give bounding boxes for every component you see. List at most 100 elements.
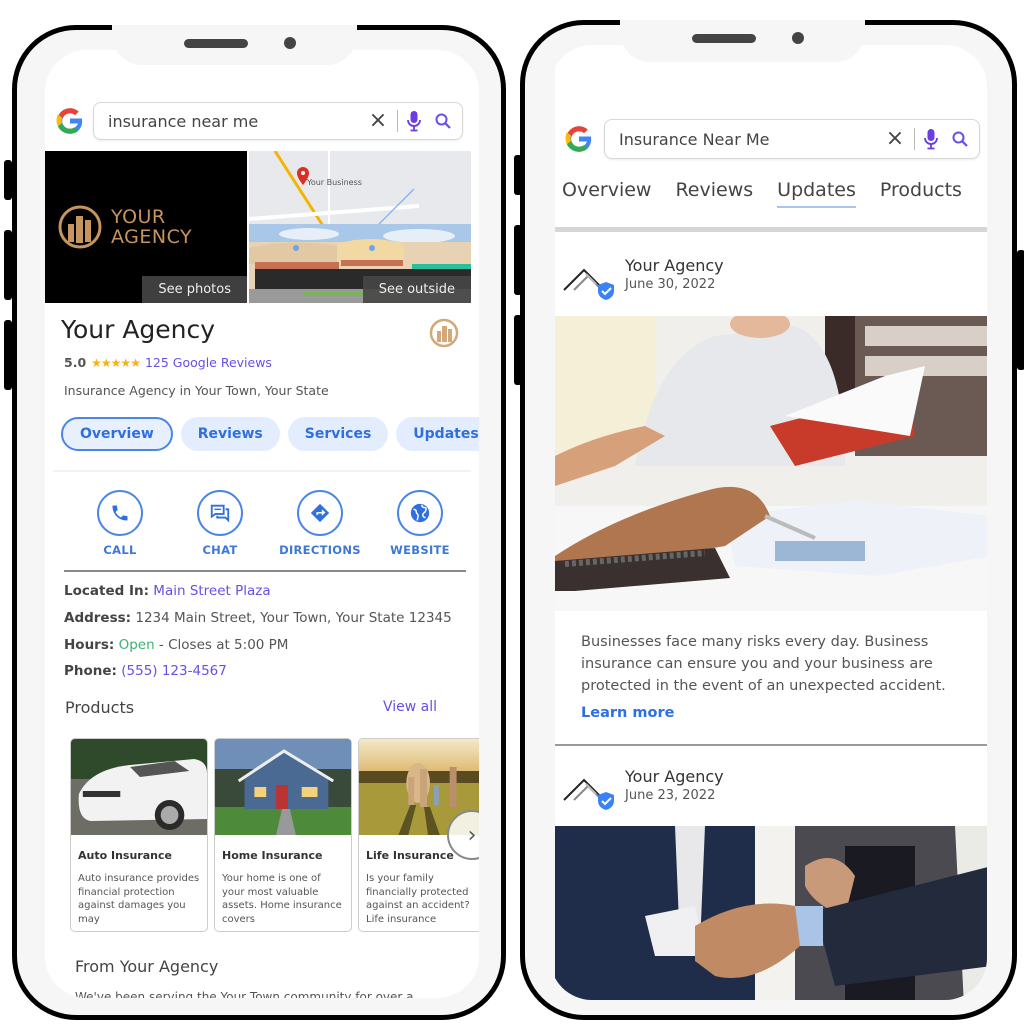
closing-time: - Closes at 5:00 PM: [154, 637, 289, 653]
google-logo-icon[interactable]: [562, 122, 596, 156]
located-in-link[interactable]: Main Street Plaza: [153, 583, 270, 599]
product-card[interactable]: Home Insurance Your home is one of your …: [214, 738, 352, 932]
post-date: June 23, 2022: [625, 788, 716, 803]
phone-side-button: [514, 315, 522, 385]
star-rating: ★★★★★: [91, 355, 141, 370]
directions-label: DIRECTIONS: [279, 543, 361, 557]
hours-row: Hours: Open - Closes at 5:00 PM: [64, 637, 288, 653]
post-author: Your Agency: [625, 256, 724, 275]
divider: [64, 570, 466, 572]
from-agency-text: We've been serving the Your Town communi…: [75, 990, 414, 998]
verified-agency-logo-icon: [563, 268, 614, 300]
rating-row: 5.0 ★★★★★ 125 Google Reviews: [64, 355, 272, 370]
chip-reviews[interactable]: Reviews: [180, 417, 280, 451]
building-logo-icon: [58, 205, 102, 249]
map-storefront-photo[interactable]: Your Business See outside: [249, 151, 471, 303]
search-input[interactable]: Insurance Near Me ×: [604, 119, 980, 159]
front-camera: [792, 32, 804, 44]
right-phone-screen: Insurance Near Me × Overview Reviews Upd: [550, 45, 987, 1000]
phone-side-button: [514, 155, 522, 195]
post-body: Businesses face many risks every day. Bu…: [581, 634, 946, 694]
post-header: Your Agency June 30, 2022: [555, 232, 987, 316]
speaker-grille: [692, 34, 756, 43]
tab-overview[interactable]: Overview: [562, 179, 651, 208]
search-icon[interactable]: [951, 130, 969, 148]
phone-side-button: [4, 320, 12, 390]
microphone-icon[interactable]: [406, 110, 422, 132]
website-circle[interactable]: [397, 490, 443, 536]
search-input[interactable]: insurance near me ×: [93, 102, 463, 140]
search-query[interactable]: insurance near me: [94, 112, 367, 131]
directions-icon: [310, 503, 330, 523]
quick-actions: CALL CHAT DIRECTIONS WEBSITE: [75, 490, 465, 557]
search-icon[interactable]: [434, 112, 452, 130]
product-title: Auto Insurance: [78, 849, 172, 862]
home-insurance-image: [215, 739, 351, 835]
right-phone-frame: Insurance Near Me × Overview Reviews Upd: [514, 20, 1024, 1020]
tab-products[interactable]: Products: [880, 179, 962, 208]
phone-icon: [112, 505, 128, 521]
call-circle[interactable]: [97, 490, 143, 536]
call-button[interactable]: CALL: [75, 490, 165, 557]
chat-circle[interactable]: [197, 490, 243, 536]
business-meeting-image[interactable]: [555, 316, 987, 611]
agency-logo-photo[interactable]: YOUR AGENCY See photos: [45, 151, 247, 303]
microphone-icon[interactable]: [923, 128, 939, 150]
reviews-link[interactable]: 125 Google Reviews: [145, 355, 272, 370]
phone-side-button: [1017, 250, 1024, 370]
phone-side-button: [514, 225, 522, 295]
post-date: June 30, 2022: [625, 277, 716, 292]
product-description: Auto insurance provides financial protec…: [78, 873, 200, 925]
auto-insurance-image: [71, 739, 207, 835]
phone-link[interactable]: (555) 123-4567: [121, 663, 227, 679]
open-status: Open: [118, 637, 155, 653]
globe-icon: [410, 503, 430, 523]
search-row: insurance near me ×: [45, 102, 479, 140]
left-phone-screen: insurance near me × YOUR AGENCY See phot…: [45, 50, 479, 998]
update-post: Your Agency June 30, 2022 Businesses fac…: [555, 232, 987, 744]
chip-updates[interactable]: Updates: [396, 417, 479, 451]
business-category: Insurance Agency in Your Town, Your Stat…: [64, 383, 329, 398]
learn-more-link[interactable]: Learn more: [555, 697, 987, 721]
call-label: CALL: [103, 543, 137, 557]
chat-icon: [210, 504, 230, 523]
info-label: Address:: [64, 610, 132, 626]
phone-notch: [620, 20, 865, 62]
info-label: Phone:: [64, 663, 117, 679]
see-outside-button[interactable]: See outside: [362, 276, 471, 303]
front-camera: [284, 37, 296, 49]
address-row: Address: 1234 Main Street, Your Town, Yo…: [64, 610, 452, 626]
product-title: Home Insurance: [222, 849, 323, 862]
product-description: Is your family financially protected aga…: [366, 873, 470, 925]
tab-bar: Overview Reviews Updates Products: [562, 179, 962, 208]
directions-circle[interactable]: [297, 490, 343, 536]
see-photos-button[interactable]: See photos: [142, 276, 247, 303]
clear-icon[interactable]: ×: [884, 128, 906, 150]
divider: [397, 110, 398, 132]
chip-overview[interactable]: Overview: [61, 417, 173, 451]
from-agency-heading: From Your Agency: [75, 957, 219, 976]
directions-button[interactable]: DIRECTIONS: [275, 490, 365, 557]
clear-icon[interactable]: ×: [367, 110, 389, 132]
view-all-link[interactable]: View all: [383, 699, 437, 715]
located-in-row: Located In: Main Street Plaza: [64, 583, 271, 599]
logo-line: YOUR: [111, 206, 166, 228]
chat-button[interactable]: CHAT: [175, 490, 265, 557]
phone-notch: [112, 25, 357, 65]
handshake-image[interactable]: [555, 826, 987, 1000]
search-query[interactable]: Insurance Near Me: [605, 130, 884, 149]
product-card[interactable]: Auto Insurance Auto insurance provides f…: [70, 738, 208, 932]
tab-updates[interactable]: Updates: [777, 179, 856, 208]
agency-logo-text: YOUR AGENCY: [111, 207, 192, 247]
tab-reviews[interactable]: Reviews: [675, 179, 753, 208]
section-chips: Overview Reviews Services Updates: [61, 417, 479, 451]
website-button[interactable]: WEBSITE: [375, 490, 465, 557]
product-carousel: Auto Insurance Auto insurance provides f…: [70, 738, 479, 932]
chip-services[interactable]: Services: [287, 417, 389, 451]
left-phone-frame: insurance near me × YOUR AGENCY See phot…: [4, 25, 506, 1020]
phone-side-button: [4, 160, 12, 200]
logo-line: AGENCY: [111, 226, 193, 248]
chevron-right-icon: ›: [467, 822, 477, 848]
google-logo-icon[interactable]: [53, 104, 87, 138]
website-label: WEBSITE: [390, 543, 450, 557]
